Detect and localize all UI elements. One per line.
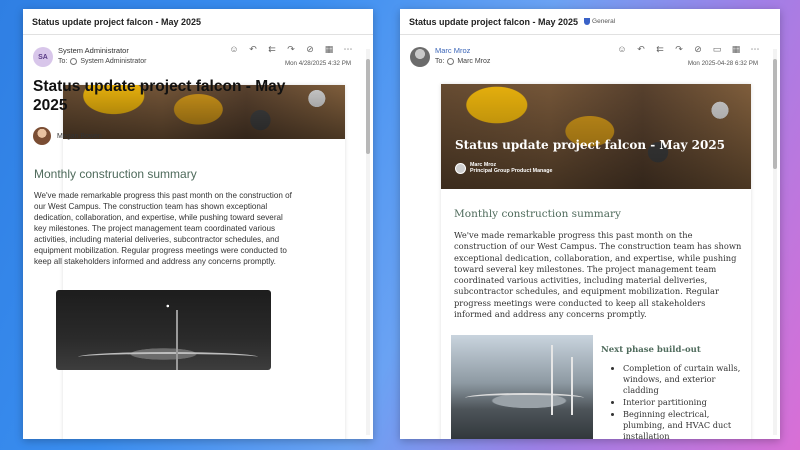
sensitivity-label[interactable]: General xyxy=(584,18,615,25)
email-window-right: Status update project falcon - May 2025 … xyxy=(400,9,780,439)
next-phase-heading: Next phase build-out xyxy=(601,345,701,355)
banner-author-info: Marc Mroz Principal Group Product Manage xyxy=(470,162,552,175)
reply-all-icon[interactable]: ⇇ xyxy=(655,44,665,55)
list-item: Completion of curtain walls, windows, an… xyxy=(623,363,748,396)
message-date: Mon 4/28/2025 4:32 PM xyxy=(284,60,351,67)
emoji-icon[interactable]: ☺ xyxy=(617,44,627,55)
construction-photo xyxy=(451,335,593,439)
email-subject: Status update project falcon - May 2025 xyxy=(32,16,202,27)
summary-paragraph: We've made remarkable progress this past… xyxy=(34,191,292,266)
banner-author-avatar xyxy=(455,162,466,174)
crane-shape xyxy=(551,345,553,415)
message-body: Status update project falcon - May 2025 … xyxy=(441,84,751,439)
sensitivity-label-text: General xyxy=(592,18,616,25)
grid-icon[interactable]: ▦ xyxy=(731,44,741,55)
message-header: SA System Administrator To: System Admin… xyxy=(23,35,373,71)
message-date: Mon 2025-04-28 6:32 PM xyxy=(687,60,758,67)
scrollbar-thumb[interactable] xyxy=(366,59,370,154)
recipient-name[interactable]: Marc Mroz xyxy=(457,58,490,65)
presence-icon xyxy=(70,58,78,65)
more-icon[interactable]: ⋯ xyxy=(343,44,353,55)
recipient-line: To: System Administrator xyxy=(58,58,146,65)
email-subject-bar: Status update project falcon - May 2025 … xyxy=(400,9,780,35)
banner-author-role: Principal Group Product Manage xyxy=(470,168,553,175)
section-title: Monthly construction summary xyxy=(454,208,621,220)
loop-icon[interactable]: ⊘ xyxy=(693,44,703,55)
to-label: To: xyxy=(435,58,445,65)
list-item: Beginning electrical, plumbing, and HVAC… xyxy=(623,409,748,439)
document-title: Status update project falcon - May 2025 xyxy=(33,78,286,114)
more-icon[interactable]: ⋯ xyxy=(750,44,760,55)
banner-image: Status update project falcon - May 2025 … xyxy=(441,84,751,189)
recipient-line: To: Marc Mroz xyxy=(435,58,490,65)
email-subject: Status update project falcon - May 2025 xyxy=(409,16,579,27)
author-name: Megan Bowen xyxy=(57,132,102,140)
avatar[interactable]: SA xyxy=(33,47,53,67)
forward-icon[interactable]: ↷ xyxy=(674,44,684,55)
avatar[interactable] xyxy=(410,47,430,67)
crane-shape xyxy=(176,310,178,370)
message-actions: ☺ ↶ ⇇ ↷ ⊘ ▭ ▦ ⋯ xyxy=(617,44,760,55)
to-label: To: xyxy=(58,58,68,65)
loop-icon[interactable]: ⊘ xyxy=(305,44,315,55)
scrollbar-thumb[interactable] xyxy=(773,59,777,169)
bridge-shape xyxy=(77,352,259,362)
sender-name[interactable]: System Administrator xyxy=(58,46,129,55)
author-avatar xyxy=(33,127,51,145)
scrollbar[interactable] xyxy=(366,49,370,435)
shield-icon xyxy=(584,18,591,25)
message-header: Marc Mroz To: Marc Mroz ☺ ↶ ⇇ ↷ ⊘ ▭ ▦ ⋯ … xyxy=(400,35,780,71)
reply-icon[interactable]: ↶ xyxy=(636,44,646,55)
forward-icon[interactable]: ↷ xyxy=(286,44,296,55)
message-actions: ☺ ↶ ⇇ ↷ ⊘ ▦ ⋯ xyxy=(229,44,353,55)
presence-icon xyxy=(447,58,455,65)
section-title: Monthly construction summary xyxy=(34,167,197,181)
recipient-name[interactable]: System Administrator xyxy=(80,58,146,65)
author-chip[interactable]: Megan Bowen xyxy=(33,127,102,145)
grid-icon[interactable]: ▦ xyxy=(324,44,334,55)
crane-shape xyxy=(571,357,573,415)
bridge-shape xyxy=(465,393,585,403)
construction-photo xyxy=(56,290,271,370)
emoji-icon[interactable]: ☺ xyxy=(229,44,239,55)
email-window-left: Status update project falcon - May 2025 … xyxy=(23,9,373,439)
scrollbar[interactable] xyxy=(773,49,777,435)
banner-title: Status update project falcon - May 2025 xyxy=(455,138,726,152)
sender-name[interactable]: Marc Mroz xyxy=(435,46,470,55)
next-phase-list: Completion of curtain walls, windows, an… xyxy=(613,363,748,439)
email-subject-bar: Status update project falcon - May 2025 xyxy=(23,9,373,35)
reply-icon[interactable]: ↶ xyxy=(248,44,258,55)
list-item: Interior partitioning xyxy=(623,397,748,408)
format-icon[interactable]: ▭ xyxy=(712,44,722,55)
banner-author: Marc Mroz Principal Group Product Manage xyxy=(455,162,552,175)
summary-paragraph: We've made remarkable progress this past… xyxy=(454,230,742,319)
reply-all-icon[interactable]: ⇇ xyxy=(267,44,277,55)
